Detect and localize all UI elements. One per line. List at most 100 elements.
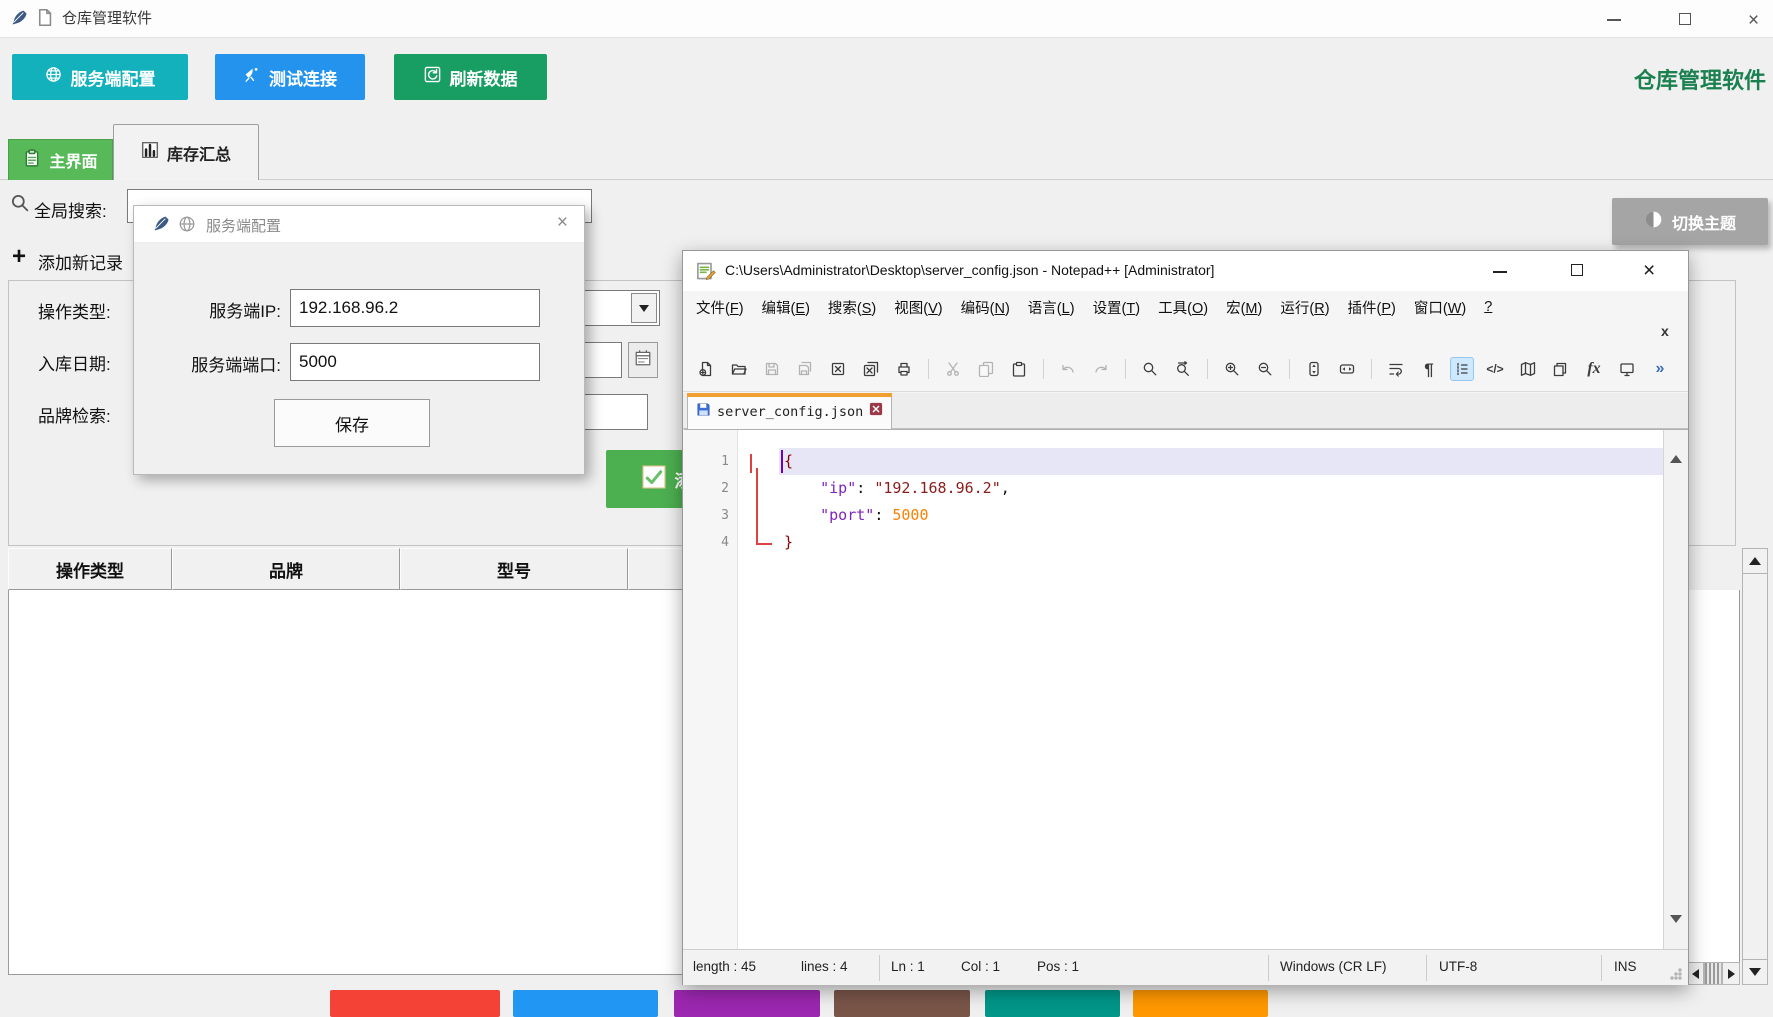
menu-item[interactable]: 插件(P) — [1339, 297, 1405, 318]
hscroll-thumb[interactable] — [1704, 962, 1722, 985]
feather-icon — [10, 9, 27, 31]
calendar-icon — [634, 349, 652, 372]
doc-switcher-icon[interactable] — [1550, 358, 1572, 380]
button-label: 刷新数据 — [450, 65, 518, 90]
word-wrap-icon[interactable] — [1385, 358, 1407, 380]
new-file-icon[interactable] — [695, 358, 717, 380]
toggle-theme-label: 切换主题 — [1672, 210, 1736, 234]
table-vscrollbar[interactable] — [1742, 548, 1768, 985]
scroll-up-button[interactable] — [1742, 548, 1768, 574]
fold-line — [756, 468, 758, 544]
main-titlebar: 仓库管理软件 × — [0, 0, 1773, 38]
doc-map-icon[interactable] — [1517, 358, 1539, 380]
scroll-right-button[interactable] — [1722, 962, 1740, 985]
color-bar — [1133, 990, 1268, 1017]
editor-scroll-down-icon[interactable] — [1670, 923, 1682, 941]
table-header-cell[interactable]: 操作类型 — [8, 548, 172, 590]
menu-item[interactable]: 语言(L) — [1019, 297, 1084, 318]
menu-item[interactable]: 视图(V) — [885, 297, 951, 318]
calendar-button[interactable] — [628, 342, 658, 378]
replace-icon[interactable] — [1172, 358, 1194, 380]
brand-filter-label: 品牌检索: — [38, 402, 111, 427]
notepad-minimize-button[interactable] — [1493, 271, 1507, 273]
table-header-cell[interactable]: 型号 — [400, 548, 628, 590]
refresh-data-button[interactable]: 刷新数据 — [394, 54, 547, 100]
open-file-icon[interactable] — [728, 358, 750, 380]
menu-item[interactable]: 编码(N) — [952, 297, 1019, 318]
indent-guide-icon[interactable] — [1451, 358, 1473, 380]
color-bar — [513, 990, 658, 1017]
dialog-titlebar: 服务端配置 × — [134, 206, 584, 243]
view-source-icon[interactable]: </> — [1484, 358, 1506, 380]
find-icon[interactable] — [1139, 358, 1161, 380]
paste-icon[interactable] — [1008, 358, 1030, 380]
overflow-chevron-icon[interactable]: » — [1649, 358, 1671, 380]
menu-item[interactable]: 运行(R) — [1271, 297, 1338, 318]
editor-scroll-up-icon[interactable] — [1670, 438, 1682, 456]
notepad-maximize-button[interactable] — [1571, 264, 1583, 276]
globe-icon — [45, 66, 62, 88]
menu-item[interactable]: 文件(F) — [687, 297, 753, 318]
code-line: } — [784, 529, 793, 556]
tab-close-icon[interactable] — [869, 402, 883, 421]
notepad-close-button[interactable]: × — [1643, 259, 1655, 283]
add-new-record-link[interactable]: 添加新记录 — [38, 249, 123, 274]
line-number: 1 — [721, 448, 729, 475]
monitoring-icon[interactable] — [1616, 358, 1638, 380]
print-icon[interactable] — [893, 358, 915, 380]
zoom-out-icon[interactable] — [1254, 358, 1276, 380]
resize-grip[interactable] — [1670, 968, 1682, 980]
editor-vscrollbar[interactable] — [1663, 430, 1688, 949]
menu-item[interactable]: 搜索(S) — [819, 297, 885, 318]
color-bar — [330, 990, 500, 1017]
editor[interactable]: 1234 { "ip": "192.168.96.2", "port": 500… — [684, 429, 1688, 949]
function-list-icon[interactable]: fx — [1583, 358, 1605, 380]
menu-item[interactable]: 宏(M) — [1217, 297, 1271, 318]
close-file-icon[interactable] — [827, 358, 849, 380]
maximize-button[interactable] — [1679, 13, 1691, 25]
file-tab[interactable]: server_config.json — [687, 393, 892, 429]
notepad-toolbar: ¶ </> fx » — [695, 347, 1671, 391]
status-encoding: UTF-8 — [1439, 959, 1477, 974]
test-connection-button[interactable]: 测试连接 — [215, 54, 365, 100]
server-config-dialog: 服务端配置 × 服务端IP: 服务端端口: 保存 — [133, 205, 585, 475]
scroll-down-button[interactable] — [1742, 959, 1768, 985]
menu-item[interactable]: 设置(T) — [1084, 297, 1150, 318]
status-line-number: Ln : 1 — [891, 959, 925, 974]
server-ip-input[interactable] — [290, 289, 540, 327]
menu-item[interactable]: 编辑(E) — [753, 297, 819, 318]
fold-line-corner — [756, 543, 772, 545]
minimize-button[interactable] — [1607, 19, 1621, 21]
tab-main-view[interactable]: 主界面 — [8, 139, 113, 180]
dialog-close-icon[interactable]: × — [557, 212, 568, 234]
server-config-button[interactable]: 服务端配置 — [12, 54, 188, 100]
fold-collapse-icon[interactable] — [750, 454, 752, 473]
menu-item[interactable]: 窗口(W) — [1405, 297, 1475, 318]
zoom-in-icon[interactable] — [1221, 358, 1243, 380]
redo-icon — [1090, 358, 1112, 380]
close-all-icon[interactable] — [860, 358, 882, 380]
server-port-input[interactable] — [290, 343, 540, 381]
globe-icon — [178, 215, 196, 238]
floppy-icon — [696, 402, 711, 422]
toolbar-divider — [683, 391, 1688, 392]
status-column: Col : 1 — [961, 959, 1000, 974]
menu-item[interactable]: 工具(O) — [1149, 297, 1217, 318]
sync-horizontal-icon[interactable] — [1336, 358, 1358, 380]
save-button[interactable]: 保存 — [274, 399, 430, 447]
file-tab-label: server_config.json — [717, 404, 863, 420]
tab-label: 库存汇总 — [167, 141, 231, 165]
sync-vertical-icon[interactable] — [1303, 358, 1325, 380]
toolbar-hide-icon[interactable]: x — [1661, 323, 1669, 339]
table-header-cell[interactable]: 品牌 — [172, 548, 400, 590]
toggle-theme-button[interactable]: 切换主题 — [1612, 198, 1768, 245]
bar-chart-icon — [141, 141, 159, 164]
screen: 仓库管理软件 × 服务端配置测试连接刷新数据 仓库管理软件 库存汇总 主界面 全… — [0, 0, 1773, 1017]
chevron-down-icon[interactable] — [631, 293, 657, 323]
line-number-margin: 1234 — [684, 430, 738, 949]
close-button[interactable]: × — [1748, 10, 1759, 32]
show-all-chars-icon[interactable]: ¶ — [1418, 358, 1440, 380]
menu-item[interactable]: ? — [1475, 299, 1501, 315]
server-port-label: 服务端端口: — [157, 351, 281, 376]
tab-inventory-summary[interactable]: 库存汇总 — [113, 124, 259, 180]
